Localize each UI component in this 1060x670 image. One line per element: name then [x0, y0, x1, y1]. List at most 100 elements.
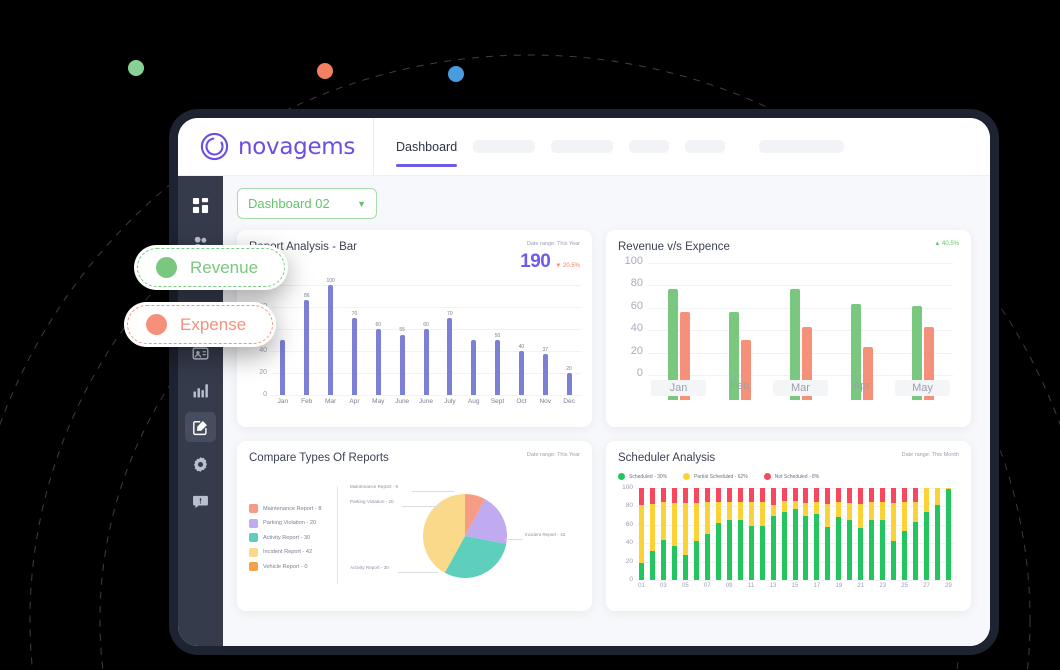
- sidebar-item-settings[interactable]: [185, 449, 216, 479]
- x-tick-1: Feb: [301, 398, 313, 405]
- sidebar-item-messages[interactable]: [185, 486, 216, 516]
- pie-legend-label-0: Maintenance Report - 8: [263, 505, 322, 512]
- card-report-analysis-daterange: Date range: This Year: [526, 241, 580, 247]
- edit-note-icon: [193, 420, 207, 435]
- y-tick-40: 40: [630, 322, 643, 335]
- report-analysis-delta: ▼ 20.5%: [555, 263, 580, 269]
- gridline-20: [648, 352, 953, 354]
- scheduler-seg-partial-scheduled-08: [715, 501, 721, 523]
- revenue-color-dot: [156, 257, 177, 278]
- brand[interactable]: novagems: [178, 118, 374, 176]
- scheduler-seg-scheduled-28: [935, 505, 941, 580]
- scheduler-seg-partial-scheduled-19: [836, 501, 842, 518]
- caret-down-icon: ▼: [357, 198, 366, 209]
- deco-dot-blue: [448, 66, 464, 82]
- x-tick-11: 11: [748, 583, 755, 589]
- id-card-icon: [192, 346, 209, 360]
- scheduler-seg-scheduled-23: [880, 520, 886, 580]
- revenue-expense-plot: 0 20 40 60 80 100 Jan Feb Mar Apr May: [625, 255, 959, 400]
- scheduler-seg-not-scheduled-09: [726, 488, 732, 502]
- gear-icon: [194, 456, 207, 472]
- legend-pill-revenue[interactable]: Revenue: [134, 245, 289, 290]
- scheduler-seg-partial-scheduled-05: [682, 502, 688, 556]
- gridline-100: [271, 285, 581, 286]
- scheduler-bar-14: [781, 488, 787, 580]
- sidebar-item-reports[interactable]: [185, 375, 216, 405]
- pie-legend-item-2[interactable]: Activity Report - 30: [249, 533, 337, 542]
- scheduler-seg-partial-scheduled-11: [748, 501, 754, 526]
- tab-dashboard[interactable]: Dashboard: [396, 118, 458, 176]
- bar-Jan: [280, 340, 286, 395]
- revenue-expense-delta: ▲ 40.5%: [934, 241, 959, 247]
- scheduler-legend-item-1[interactable]: Partial Scheduled - 62%: [683, 473, 748, 480]
- y-tick-40: 40: [625, 539, 633, 547]
- scheduler-bar-27: [924, 488, 930, 580]
- pie-legend-label-1: Parking Violation - 20: [263, 520, 317, 526]
- card-scheduler: Scheduler Analysis Date range: This Mont…: [606, 441, 971, 611]
- y-tick-0: 0: [263, 391, 267, 398]
- bar-June: [423, 329, 429, 395]
- pie-swatch-3: [249, 547, 258, 557]
- bar-Oct: [518, 351, 524, 395]
- scheduler-seg-partial-scheduled-09: [726, 501, 732, 521]
- main-content: Dashboard 02 ▼ Report Analysis - Bar Dat…: [223, 176, 990, 646]
- dashboard-select[interactable]: Dashboard 02 ▼: [237, 188, 377, 219]
- pie-callout-2: Activity Report - 30: [350, 565, 389, 570]
- scheduler-legend-item-0[interactable]: Scheduled - 30%: [618, 473, 667, 480]
- scheduler-seg-scheduled-06: [693, 541, 699, 580]
- x-tick-May: May: [895, 380, 950, 396]
- card-revenue-expense-title: Revenue v/s Expence: [618, 241, 730, 253]
- x-tick-19: 19: [835, 583, 843, 589]
- pie-leader-0: [412, 491, 454, 492]
- gridline-0: [648, 375, 953, 376]
- pie-legend-item-3[interactable]: Incident Report - 42: [249, 547, 337, 557]
- scheduler-bar-04: [671, 488, 677, 580]
- scheduler-legend-item-2[interactable]: Not Scheduled - 8%: [763, 473, 819, 480]
- scheduler-bar-28: [935, 488, 941, 580]
- scheduler-bar-07: [704, 488, 710, 580]
- x-tick-Mar: Mar: [773, 380, 828, 396]
- scheduler-seg-partial-scheduled-24: [891, 502, 897, 542]
- tab-placeholder-3[interactable]: [629, 140, 670, 153]
- pie-legend-item-4[interactable]: Vehicle Report - 0: [249, 562, 337, 571]
- scheduler-bar-29: [946, 488, 952, 580]
- report-analysis-total: 190: [520, 251, 551, 272]
- scheduler-bar-26: [913, 488, 919, 580]
- scheduler-seg-partial-scheduled-20: [847, 502, 853, 521]
- pie-legend-item-1[interactable]: Parking Violation - 20: [249, 518, 337, 528]
- ring-logo-icon: [200, 132, 229, 161]
- scheduler-seg-not-scheduled-21: [858, 488, 864, 504]
- scheduler-seg-scheduled-07: [704, 534, 710, 580]
- x-tick-09: 09: [725, 583, 733, 589]
- scheduler-seg-scheduled-11: [748, 525, 754, 580]
- x-tick-29: 29: [945, 583, 952, 589]
- scheduler-seg-scheduled-22: [869, 520, 875, 580]
- message-alert-icon: [193, 495, 208, 508]
- tab-dashboard-label: Dashboard: [396, 139, 458, 154]
- sidebar-item-editor[interactable]: [185, 412, 216, 442]
- scheduler-seg-scheduled-13: [770, 515, 776, 580]
- scheduler-seg-scheduled-19: [836, 517, 842, 580]
- sidebar-item-dashboard[interactable]: [185, 190, 216, 220]
- scheduler-seg-scheduled-01: [638, 562, 644, 580]
- scheduler-seg-scheduled-10: [737, 520, 743, 580]
- scheduler-seg-partial-scheduled-25: [902, 501, 908, 532]
- card-compare-reports-title: Compare Types Of Reports: [249, 452, 389, 464]
- scheduler-seg-not-scheduled-11: [748, 488, 754, 502]
- gridline-80: [648, 285, 953, 287]
- tab-placeholder-2[interactable]: [551, 140, 614, 153]
- tab-placeholder-5[interactable]: [759, 140, 845, 153]
- scheduler-seg-scheduled-12: [759, 525, 765, 580]
- scheduler-bar-23: [880, 488, 886, 580]
- brand-name: novagems: [238, 133, 356, 160]
- x-tick-23: 23: [879, 583, 887, 589]
- tab-placeholder-1[interactable]: [473, 140, 536, 153]
- scheduler-bar-02: [649, 488, 655, 580]
- x-tick-8: Aug: [467, 398, 480, 405]
- tab-placeholder-4[interactable]: [685, 140, 726, 153]
- scheduler-bar-06: [693, 488, 699, 580]
- gridline-80: [271, 307, 581, 308]
- pie-legend-item-0[interactable]: Maintenance Report - 8: [249, 504, 337, 513]
- scheduler-seg-not-scheduled-01: [638, 488, 644, 505]
- legend-pill-expense[interactable]: Expense: [124, 302, 277, 347]
